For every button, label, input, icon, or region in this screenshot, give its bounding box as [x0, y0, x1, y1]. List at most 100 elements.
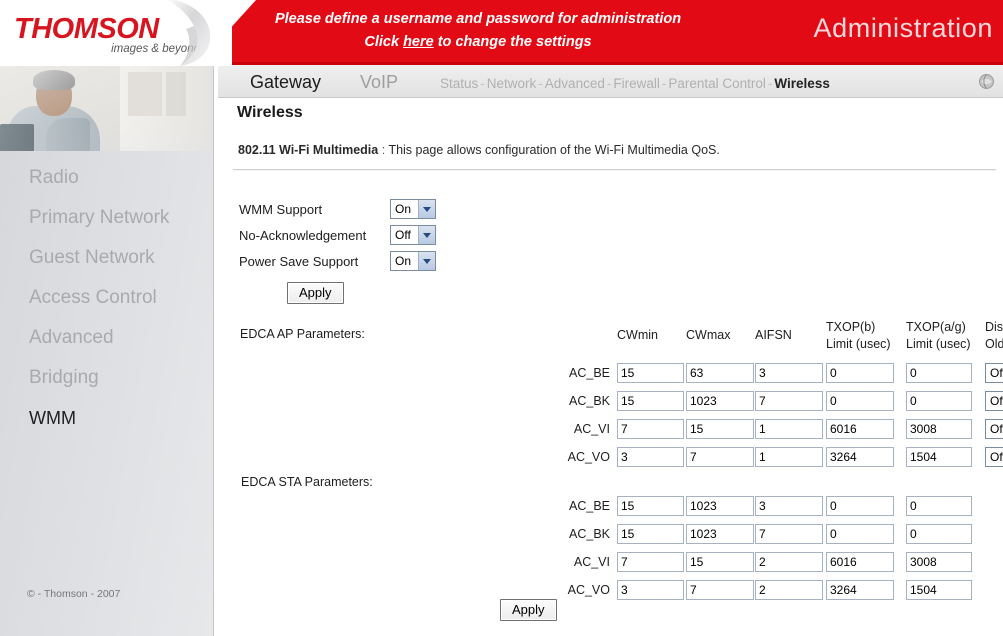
banner-line1: Please define a username and password fo…	[274, 11, 682, 27]
edca-ap-parameters-label: EDCA AP Parameters:	[240, 327, 365, 341]
input-ac_vi-cwmax[interactable]	[686, 419, 754, 439]
select-ac_vo-discard-oldest-first[interactable]: Off	[985, 447, 1003, 467]
input-ac_vo-aifsn[interactable]	[755, 580, 823, 600]
apply-button-bottom[interactable]: Apply	[500, 599, 557, 621]
globe-icon[interactable]	[978, 73, 995, 90]
input-ac_bk-txop-ag[interactable]	[906, 524, 972, 544]
sidebar-item-wmm[interactable]: WMM	[0, 398, 213, 438]
input-ac_bk-txop-b[interactable]	[826, 524, 894, 544]
input-ac_vi-aifsn[interactable]	[755, 552, 823, 572]
nav-subitem-firewall[interactable]: Firewall	[613, 76, 660, 91]
col-header-aifsn: AIFSN	[755, 328, 792, 342]
sidebar-item-advanced[interactable]: Advanced	[0, 318, 213, 358]
sidebar-menu: Radio Primary Network Guest Network Access …	[0, 158, 213, 438]
input-ac_vi-txop-ag[interactable]	[906, 419, 972, 439]
input-ac_bk-txop-ag[interactable]	[906, 391, 972, 411]
select-value: Off	[990, 450, 1003, 464]
row-label-ac_vi: AC_VI	[573, 422, 610, 436]
input-ac_bk-cwmax[interactable]	[686, 391, 754, 411]
sidebar-item-guest-network[interactable]: Guest Network	[0, 238, 213, 278]
nav-subitems: Status - Network - Advanced - Firewall - Parenta…	[440, 76, 830, 91]
input-ac_be-txop-ag[interactable]	[906, 496, 972, 516]
input-ac_bk-aifsn[interactable]	[755, 524, 823, 544]
input-ac_vo-cwmax[interactable]	[686, 447, 754, 467]
row-label-ac_bk: AC_BK	[569, 394, 610, 408]
input-ac_vo-cwmin[interactable]	[617, 447, 684, 467]
input-ac_vo-txop-ag[interactable]	[906, 580, 972, 600]
sidebar-item-access-control[interactable]: Access Control	[0, 278, 213, 318]
col-header-txop-b: TXOP(b) Limit (usec)	[826, 320, 891, 351]
thomson-swoosh-icon	[167, 0, 211, 66]
input-ac_vi-cwmax[interactable]	[686, 552, 754, 572]
input-ac_vo-txop-ag[interactable]	[906, 447, 972, 467]
input-ac_vo-cwmin[interactable]	[617, 580, 684, 600]
input-ac_vi-txop-b[interactable]	[826, 552, 894, 572]
col-header-cwmin: CWmin	[617, 328, 658, 342]
input-ac_be-aifsn[interactable]	[755, 496, 823, 516]
select-value: Off	[990, 366, 1003, 380]
input-ac_be-txop-b[interactable]	[826, 363, 894, 383]
input-ac_be-cwmax[interactable]	[686, 363, 754, 383]
input-ac_be-cwmax[interactable]	[686, 496, 754, 516]
input-ac_vo-txop-b[interactable]	[826, 580, 894, 600]
banner-message: Please define a username and password fo…	[218, 8, 738, 54]
admin-warning-banner: Please define a username and password fo…	[218, 0, 1003, 62]
input-ac_vo-txop-b[interactable]	[826, 447, 894, 467]
nav-tab-gateway[interactable]: Gateway	[250, 72, 321, 93]
input-ac_vo-cwmax[interactable]	[686, 580, 754, 600]
row-label-ac_be: AC_BE	[569, 499, 610, 513]
select-ac_vi-discard-oldest-first[interactable]: Off	[985, 419, 1003, 439]
select-ac_bk-discard-oldest-first[interactable]: Off	[985, 391, 1003, 411]
nav-separator: -	[661, 76, 667, 91]
change-settings-link[interactable]: here	[403, 34, 434, 50]
input-ac_vi-aifsn[interactable]	[755, 419, 823, 439]
nav-tab-voip[interactable]: VoIP	[360, 72, 398, 93]
input-ac_vi-txop-b[interactable]	[826, 419, 894, 439]
row-label-ac_bk: AC_BK	[569, 527, 610, 541]
input-ac_bk-aifsn[interactable]	[755, 391, 823, 411]
row-label-ac_vo: AC_VO	[567, 450, 610, 464]
nav-subitem-wireless[interactable]: Wireless	[774, 76, 829, 91]
input-ac_be-txop-ag[interactable]	[906, 363, 972, 383]
nav-separator: -	[480, 76, 485, 91]
select-ac_be-discard-oldest-first[interactable]: Off	[985, 363, 1003, 383]
row-label-ac_vi: AC_VI	[573, 555, 610, 569]
main-navigation: Gateway VoIP Status - Network - Advanced - Fir…	[218, 65, 1003, 98]
col-header-discard: Discard Oldest First	[985, 320, 1003, 351]
input-ac_be-cwmin[interactable]	[617, 363, 684, 383]
select-value: Off	[990, 422, 1003, 436]
col-header-cwmax: CWmax	[686, 328, 731, 342]
nav-subitem-advanced[interactable]: Advanced	[545, 76, 605, 91]
sidebar-item-radio[interactable]: Radio	[0, 158, 213, 198]
sidebar-item-primary-network[interactable]: Primary Network	[0, 198, 213, 238]
edca-tables: EDCA AP Parameters: CWmin CWmax AIFSN TX…	[215, 99, 1003, 636]
edca-sta-parameters-label: EDCA STA Parameters:	[241, 475, 373, 489]
nav-subitem-status[interactable]: Status	[440, 76, 478, 91]
input-ac_bk-cwmin[interactable]	[617, 524, 684, 544]
page-header: Please define a username and password fo…	[0, 0, 1003, 98]
nav-separator: -	[767, 76, 773, 91]
input-ac_vi-cwmin[interactable]	[617, 552, 684, 572]
input-ac_vi-cwmin[interactable]	[617, 419, 684, 439]
input-ac_bk-cwmax[interactable]	[686, 524, 754, 544]
input-ac_be-aifsn[interactable]	[755, 363, 823, 383]
input-ac_be-txop-b[interactable]	[826, 496, 894, 516]
input-ac_bk-cwmin[interactable]	[617, 391, 684, 411]
sidebar: Radio Primary Network Guest Network Access …	[0, 66, 214, 636]
sidebar-item-bridging[interactable]: Bridging	[0, 358, 213, 398]
row-label-ac_be: AC_BE	[569, 366, 610, 380]
input-ac_bk-txop-b[interactable]	[826, 391, 894, 411]
nav-subitem-network[interactable]: Network	[487, 76, 537, 91]
nav-separator: -	[538, 76, 543, 91]
copyright-notice: © - Thomson - 2007	[27, 588, 121, 600]
input-ac_be-cwmin[interactable]	[617, 496, 684, 516]
nav-subitem-parental-control[interactable]: Parental Control	[668, 76, 766, 91]
brand-logo-panel[interactable]: THOMSON images & beyond	[0, 0, 232, 66]
col-header-txop-ag: TXOP(a/g) Limit (usec)	[906, 320, 971, 351]
banner-line2: Click here to change the settings	[364, 34, 592, 50]
nav-separator: -	[606, 76, 612, 91]
input-ac_vi-txop-ag[interactable]	[906, 552, 972, 572]
row-label-ac_vo: AC_VO	[567, 583, 610, 597]
select-value: Off	[990, 394, 1003, 408]
input-ac_vo-aifsn[interactable]	[755, 447, 823, 467]
